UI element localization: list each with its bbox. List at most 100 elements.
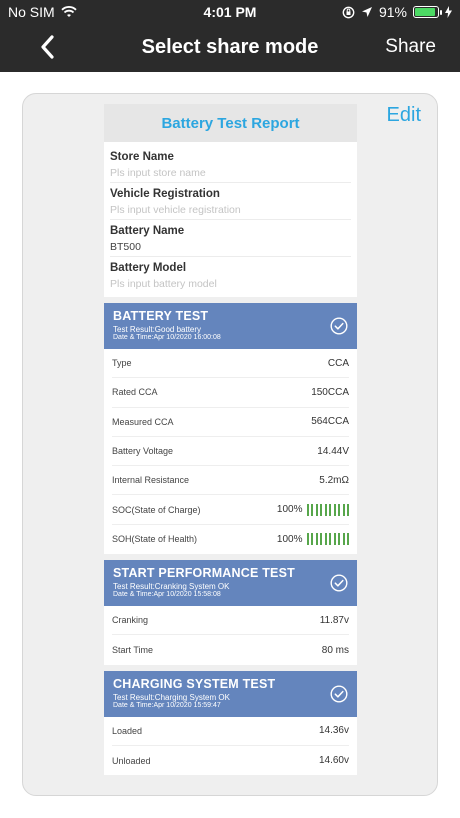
- level-bar-segment: [311, 533, 313, 546]
- battery-test-report: Battery Test Report Store Name Pls input…: [104, 104, 357, 776]
- top-bar: No SIM 4:01 PM 91% Select share mode Sha…: [0, 0, 460, 72]
- row-label: Rated CCA: [112, 387, 158, 398]
- test-result: Test Result:Charging System OK: [113, 692, 230, 702]
- start-performance-section: START PERFORMANCE TEST Test Result:Crank…: [104, 560, 357, 665]
- soc-level-bars: [306, 503, 349, 516]
- store-name-input[interactable]: Pls input store name: [110, 167, 351, 179]
- test-datetime: Date & Time:Apr 10/2020 16:00:08: [113, 334, 221, 341]
- battery-model-input[interactable]: Pls input battery model: [110, 278, 351, 290]
- test-datetime: Date & Time:Apr 10/2020 15:59:47: [113, 701, 221, 709]
- level-bar-segment: [329, 503, 331, 516]
- field-label: Vehicle Registration: [110, 188, 220, 200]
- level-bar-segment: [315, 533, 318, 546]
- battery-icon: [413, 6, 442, 18]
- battery-percent: 91%: [378, 4, 407, 20]
- row-label: Unloaded: [112, 755, 151, 766]
- row-value: 14.60v: [318, 755, 349, 767]
- status-bar: No SIM 4:01 PM 91%: [0, 0, 460, 24]
- row-value: 150CCA: [311, 386, 349, 398]
- level-bar-segment: [342, 503, 345, 516]
- level-bar-segment: [329, 533, 331, 546]
- status-right: 91%: [342, 4, 452, 20]
- vehicle-registration-field[interactable]: Vehicle Registration Pls input vehicle r…: [110, 183, 351, 220]
- row-value: CCA: [327, 357, 349, 369]
- field-label: Battery Name: [110, 225, 185, 237]
- soh-value: 100%: [276, 533, 303, 545]
- orientation-lock-icon: [342, 6, 355, 18]
- start-test-rows: Cranking 11.87v Start Time 80 ms: [104, 606, 357, 665]
- test-result: Test Result:Cranking System OK: [113, 582, 230, 592]
- row-label: Internal Resistance: [112, 475, 190, 486]
- table-row: Loaded 14.36v: [112, 717, 349, 746]
- report-title: Battery Test Report: [104, 104, 357, 142]
- table-row: Battery Voltage 14.44V: [112, 437, 349, 467]
- level-bar-segment: [347, 533, 349, 546]
- section-header: BATTERY TEST Test Result:Good battery Da…: [104, 303, 357, 349]
- level-bar-segment: [315, 503, 318, 516]
- row-value: 14.36v: [318, 725, 349, 737]
- row-label: SOC(State of Charge): [112, 504, 201, 515]
- level-bar-segment: [338, 503, 340, 516]
- section-title: BATTERY TEST: [113, 309, 209, 323]
- level-bar-segment: [311, 503, 313, 516]
- level-bar-segment: [333, 503, 336, 516]
- level-bar-segment: [324, 503, 327, 516]
- soc-value: 100%: [276, 504, 303, 516]
- charging-system-section: CHARGING SYSTEM TEST Test Result:Chargin…: [104, 670, 357, 776]
- row-value: 564CCA: [311, 416, 349, 428]
- report-info-fields: Store Name Pls input store name Vehicle …: [104, 142, 357, 297]
- row-label: Start Time: [112, 645, 154, 656]
- table-row: Start Time 80 ms: [112, 635, 349, 664]
- location-icon: [361, 7, 372, 17]
- row-value: 11.87v: [319, 614, 349, 626]
- table-row: Internal Resistance 5.2mΩ: [112, 466, 349, 496]
- check-circle-icon: [330, 317, 348, 335]
- check-circle-icon: [330, 574, 348, 592]
- row-label: Measured CCA: [112, 416, 174, 427]
- row-label: Loaded: [112, 725, 143, 736]
- row-value: 5.2mΩ: [319, 474, 349, 486]
- level-bar-segment: [306, 533, 309, 546]
- test-datetime: Date & Time:Apr 10/2020 15:58:08: [113, 591, 221, 599]
- table-row: Unloaded 14.60v: [112, 746, 349, 775]
- row-label: Battery Voltage: [112, 446, 174, 457]
- store-name-field[interactable]: Store Name Pls input store name: [110, 146, 351, 183]
- charging-test-rows: Loaded 14.36v Unloaded 14.60v: [104, 716, 357, 776]
- battery-model-field[interactable]: Battery Model Pls input battery model: [110, 257, 351, 293]
- table-row: SOH(State of Health) 100%: [112, 525, 349, 554]
- section-title: CHARGING SYSTEM TEST: [113, 676, 276, 691]
- table-row: Type CCA: [112, 349, 349, 379]
- field-label: Battery Model: [110, 262, 187, 274]
- battery-name-field[interactable]: Battery Name BT500: [110, 220, 351, 257]
- row-label: Cranking: [112, 615, 149, 626]
- level-bar-segment: [320, 503, 322, 516]
- section-header: CHARGING SYSTEM TEST Test Result:Chargin…: [104, 670, 357, 717]
- level-bar-segment: [338, 533, 340, 546]
- level-bar-segment: [320, 533, 322, 546]
- test-result: Test Result:Good battery: [113, 325, 202, 334]
- row-value: 14.44V: [317, 445, 349, 457]
- battery-test-rows: Type CCA Rated CCA 150CCA Measured CCA 5…: [104, 349, 357, 555]
- share-button[interactable]: Share: [385, 36, 436, 58]
- soh-level-bars: [306, 533, 349, 546]
- vehicle-registration-input[interactable]: Pls input vehicle registration: [110, 204, 351, 216]
- battery-name-input[interactable]: BT500: [110, 241, 351, 253]
- level-bar-segment: [324, 533, 327, 546]
- edit-button[interactable]: Edit: [387, 104, 421, 127]
- table-row: Rated CCA 150CCA: [112, 378, 349, 408]
- check-circle-icon: [330, 685, 348, 703]
- charging-bolt-icon: [445, 6, 452, 18]
- battery-test-section: BATTERY TEST Test Result:Good battery Da…: [104, 303, 357, 555]
- section-header: START PERFORMANCE TEST Test Result:Crank…: [104, 560, 357, 607]
- row-label: Type: [112, 358, 132, 369]
- level-bar-segment: [333, 533, 336, 546]
- section-title: START PERFORMANCE TEST: [113, 566, 295, 581]
- nav-bar: Select share mode Share: [0, 24, 460, 72]
- table-row: SOC(State of Charge) 100%: [112, 495, 349, 525]
- report-preview-panel: Edit Battery Test Report Store Name Pls …: [22, 93, 438, 796]
- row-value: 80 ms: [321, 644, 349, 656]
- row-value-with-gauge: 100%: [276, 503, 349, 516]
- table-row: Measured CCA 564CCA: [112, 408, 349, 437]
- level-bar-segment: [347, 503, 349, 516]
- level-bar-segment: [342, 533, 345, 546]
